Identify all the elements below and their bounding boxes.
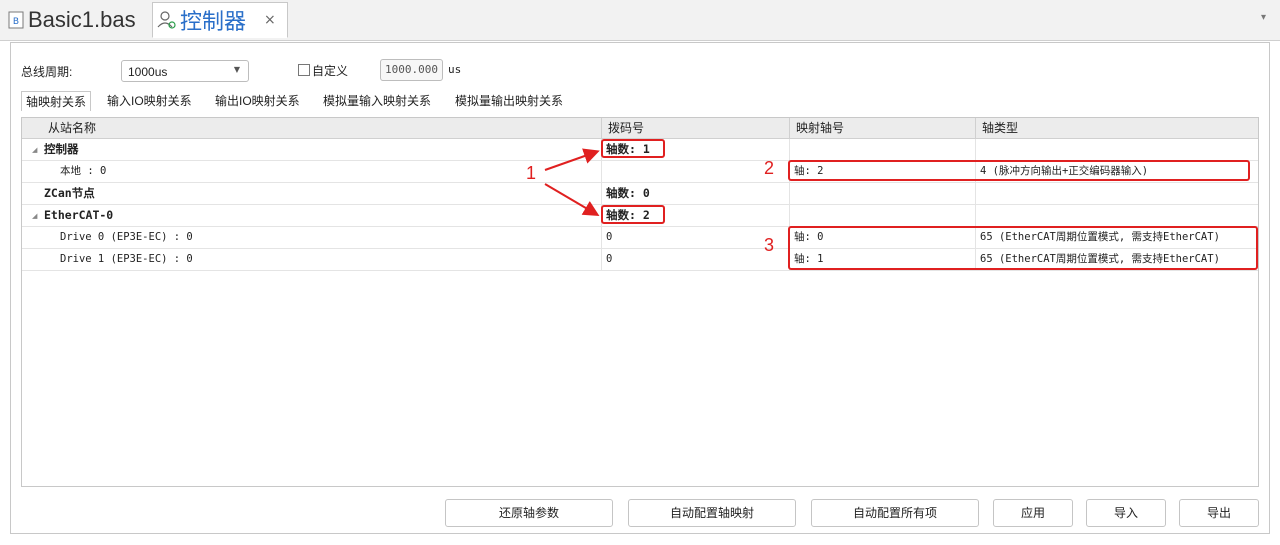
- table-row[interactable]: 本地 : 0 轴: 2 4 (脉冲方向输出+正交编码器输入): [22, 161, 1258, 183]
- restore-axis-params-button[interactable]: 还原轴参数: [445, 499, 613, 527]
- row-axis: [790, 183, 976, 204]
- apply-button[interactable]: 应用: [993, 499, 1073, 527]
- tab-analog-input-mapping[interactable]: 模拟量输入映射关系: [323, 91, 431, 111]
- column-header-dip[interactable]: 拨码号: [602, 118, 790, 138]
- table-row[interactable]: ZCan节点 轴数: 0: [22, 183, 1258, 205]
- document-tab-bar: B Basic1.bas 控制器 × ▾: [0, 0, 1280, 41]
- auto-config-all-button[interactable]: 自动配置所有项: [811, 499, 979, 527]
- tab-analog-output-mapping[interactable]: 模拟量输出映射关系: [455, 91, 563, 111]
- row-axis: 轴: 1: [790, 249, 976, 270]
- row-name: ZCan节点: [40, 183, 602, 204]
- collapse-icon[interactable]: ◢: [32, 212, 37, 220]
- table-row[interactable]: Drive 1 (EP3E-EC) : 0 0 轴: 1 65 (EtherCA…: [22, 249, 1258, 271]
- row-type: [976, 205, 1258, 226]
- tab-label: 控制器: [180, 9, 247, 34]
- bus-cycle-label: 总线周期:: [21, 65, 73, 79]
- row-type: 4 (脉冲方向输出+正交编码器输入): [980, 165, 1149, 177]
- row-dip: 轴数: 0: [602, 183, 790, 204]
- svg-text:B: B: [13, 17, 19, 27]
- controller-panel: 总线周期: 1000us ▼ 自定义 1000.000 us 轴映射关系 输入I…: [10, 42, 1270, 534]
- row-axis: 轴: 2: [790, 161, 976, 182]
- custom-cycle-input[interactable]: 1000.000: [380, 59, 443, 81]
- row-dip: 0: [602, 227, 790, 248]
- user-icon: [157, 11, 176, 29]
- row-dip: 轴数: 1: [602, 139, 790, 160]
- annotation-label: 1: [526, 163, 537, 183]
- row-axis: [790, 139, 976, 160]
- export-button[interactable]: 导出: [1179, 499, 1259, 527]
- tab-output-io-mapping[interactable]: 输出IO映射关系: [215, 91, 300, 111]
- row-dip: 轴数: 2: [602, 205, 790, 226]
- row-axis: [790, 205, 976, 226]
- tab-axis-mapping[interactable]: 轴映射关系: [21, 91, 92, 111]
- row-name: Drive 0 (EP3E-EC) : 0: [56, 227, 602, 248]
- row-dip: [602, 161, 790, 182]
- import-button[interactable]: 导入: [1086, 499, 1166, 527]
- annotation-label: 2: [764, 158, 775, 178]
- tab-basic1-bas[interactable]: B Basic1.bas: [8, 2, 136, 38]
- table-row[interactable]: Drive 0 (EP3E-EC) : 0 0 轴: 0 65 (EtherCA…: [22, 227, 1258, 249]
- grid-header: 从站名称 拨码号 映射轴号 轴类型: [22, 118, 1258, 139]
- close-icon[interactable]: ×: [264, 12, 276, 28]
- custom-label: 自定义: [312, 64, 349, 78]
- row-name: EtherCAT-0: [40, 205, 602, 226]
- column-header-axis-type[interactable]: 轴类型: [976, 118, 1258, 138]
- row-name: 控制器: [40, 139, 602, 160]
- chevron-down-icon: ▼: [233, 65, 240, 74]
- bus-cycle-select[interactable]: 1000us ▼: [121, 60, 249, 82]
- row-type: [976, 139, 1258, 160]
- table-row[interactable]: ◢ EtherCAT-0 轴数: 2: [22, 205, 1258, 227]
- unit-label: us: [448, 63, 462, 76]
- axis-mapping-grid: 从站名称 拨码号 映射轴号 轴类型 ◢ 控制器 轴数: 1 本地 : 0 轴: …: [21, 117, 1259, 487]
- row-type: 65 (EtherCAT周期位置模式, 需支持EtherCAT): [980, 253, 1220, 265]
- column-header-slave-name[interactable]: 从站名称: [22, 118, 602, 138]
- row-axis: 轴: 0: [790, 227, 976, 248]
- collapse-icon[interactable]: ◢: [32, 146, 37, 154]
- tab-label: Basic1.bas: [28, 7, 136, 32]
- custom-checkbox[interactable]: [298, 64, 310, 76]
- file-icon: B: [8, 11, 24, 29]
- row-type: [976, 183, 1258, 204]
- table-row[interactable]: ◢ 控制器 轴数: 1: [22, 139, 1258, 161]
- column-header-mapped-axis[interactable]: 映射轴号: [790, 118, 976, 138]
- annotation-label: 3: [764, 235, 775, 255]
- auto-config-axis-mapping-button[interactable]: 自动配置轴映射: [628, 499, 796, 527]
- bus-cycle-value: 1000us: [128, 65, 168, 79]
- row-name: 本地 : 0: [56, 161, 602, 182]
- row-type: 65 (EtherCAT周期位置模式, 需支持EtherCAT): [980, 231, 1220, 243]
- chevron-down-icon[interactable]: ▾: [1261, 12, 1266, 23]
- tab-input-io-mapping[interactable]: 输入IO映射关系: [107, 91, 192, 111]
- row-dip: 0: [602, 249, 790, 270]
- tab-controller[interactable]: 控制器 ×: [152, 2, 288, 38]
- row-name: Drive 1 (EP3E-EC) : 0: [56, 249, 602, 270]
